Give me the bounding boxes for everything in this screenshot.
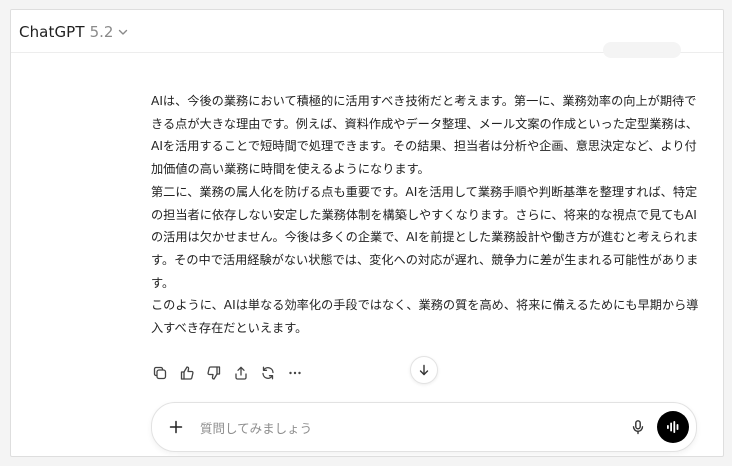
thumbs-up-icon[interactable] [178,364,196,382]
message-actions [151,364,313,382]
voice-mode-button[interactable] [657,411,689,443]
chat-window: ChatGPT 5.2 AIは、今後の業務において積極的に活用すべき技術だと考え… [10,9,724,457]
copy-icon[interactable] [151,364,169,382]
audio-waveform-icon [665,419,681,435]
model-name: ChatGPT [19,23,85,41]
message-paragraph: AIは、今後の業務において積極的に活用すべき技術だと考えます。第一に、業務効率の… [151,94,698,177]
composer [151,402,697,452]
message-paragraph: 第二に、業務の属人化を防げる点も重要です。AIを活用して業務手順や判断基準を整理… [151,184,699,290]
model-switcher[interactable]: ChatGPT 5.2 [19,20,129,44]
previous-user-message-bubble [603,42,681,58]
assistant-message: AIは、今後の業務において積極的に活用すべき技術だと考えます。第一に、業務効率の… [151,90,699,340]
message-paragraph: このように、AIは単なる効率化の手段ではなく、業務の質を高め、将来に備えるために… [151,298,699,336]
share-icon[interactable] [232,364,250,382]
thumbs-down-icon[interactable] [205,364,223,382]
model-version: 5.2 [89,23,114,41]
microphone-icon[interactable] [628,417,648,437]
plus-icon[interactable] [166,417,186,437]
chevron-down-icon [117,26,129,38]
prompt-input[interactable] [198,415,622,441]
scroll-down-button[interactable] [410,356,438,384]
more-icon[interactable] [286,364,304,382]
arrow-down-icon [417,363,431,377]
regenerate-icon[interactable] [259,364,277,382]
